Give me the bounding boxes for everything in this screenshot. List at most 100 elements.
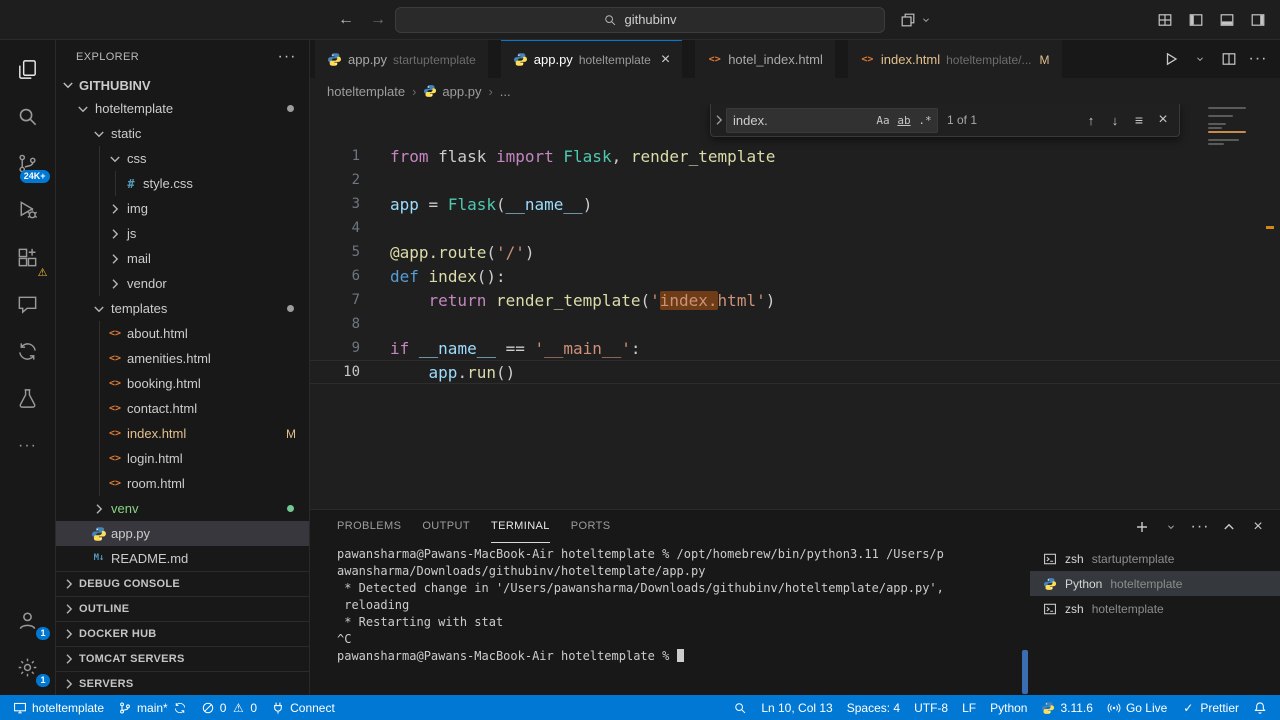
code-line[interactable]: 1 from flask import Flask, render_templat… [310,144,1280,168]
tree-item-templates[interactable]: templates [56,296,309,321]
section-debug-console[interactable]: DEBUG CONSOLE [56,571,309,596]
activity-source-control[interactable]: 24K+ [5,140,51,187]
tree-item-about.html[interactable]: <> about.html [56,321,309,346]
tree-item-app.py[interactable]: app.py [56,521,309,546]
status-search-status[interactable] [726,695,754,720]
editor[interactable]: 1 from flask import Flask, render_templat… [310,104,1280,509]
code-line[interactable]: 3 app = Flask(__name__) [310,192,1280,216]
close-panel-icon[interactable]: × [1250,518,1266,535]
back-icon[interactable]: ← [338,11,354,28]
status-prettier[interactable]: ✓ Prettier [1174,695,1246,720]
tree-item-README.md[interactable]: M↓ README.md [56,546,309,571]
activity-settings[interactable]: 1 [5,644,51,691]
code-line[interactable]: 6 def index(): [310,264,1280,288]
panel-tab-output[interactable]: OUTPUT [422,510,470,543]
code-line[interactable]: 8 [310,312,1280,336]
status-notifications[interactable] [1246,695,1274,720]
code-line[interactable]: 5 @app.route('/') [310,240,1280,264]
terminal-dropdown-icon[interactable] [1163,519,1179,535]
explorer-actions-icon[interactable]: ··· [278,49,296,65]
tree-item-venv[interactable]: venv [56,496,309,521]
close-find-button[interactable]: × [1151,108,1175,132]
activity-run-debug[interactable] [5,187,51,234]
code-area[interactable]: 1 from flask import Flask, render_templat… [310,104,1280,509]
activity-extensions[interactable]: ⚠ [5,234,51,281]
find-input[interactable] [733,112,872,128]
split-editor-icon[interactable] [1221,51,1237,67]
tree-item-amenities.html[interactable]: <> amenities.html [56,346,309,371]
tab-index.html-hoteltemplate/...[interactable]: <> index.html hoteltemplate/... M [847,40,1062,78]
toggle-secondary-sidebar-icon[interactable] [1250,12,1266,28]
terminal-instance-Python-hoteltemplate[interactable]: Python hoteltemplate [1030,571,1280,596]
command-center-search[interactable]: githubinv [395,6,885,33]
code-line[interactable]: 10 app.run() [310,360,1280,384]
tab-hotel_index.html[interactable]: <> hotel_index.html [695,40,835,78]
terminal-scrollbar[interactable] [1020,543,1030,695]
forward-icon[interactable]: → [370,11,386,28]
status-branch[interactable]: main* [111,695,194,720]
more-actions-icon[interactable]: ··· [1249,51,1267,67]
panel-tab-problems[interactable]: PROBLEMS [337,510,401,543]
panel-tab-terminal[interactable]: TERMINAL [490,510,550,543]
tree-item-vendor[interactable]: vendor [56,271,309,296]
tree-item-style.css[interactable]: # style.css [56,171,309,196]
customize-layout-icon[interactable] [1157,12,1173,28]
tree-item-css[interactable]: css [56,146,309,171]
tree-item-hoteltemplate[interactable]: hoteltemplate [56,96,309,121]
find-in-selection-button[interactable]: ≡ [1127,108,1151,132]
status-eol[interactable]: LF [955,695,983,720]
activity-testing[interactable] [5,375,51,422]
terminal-output[interactable]: pawansharma@Pawans-MacBook-Air hoteltemp… [310,543,1020,695]
status-go-live[interactable]: Go Live [1100,695,1174,720]
whole-word-toggle[interactable]: ab [894,110,914,130]
workspace-root[interactable]: GITHUBINV [56,74,309,96]
tab-app.py-hoteltemplate[interactable]: app.py hoteltemplate × [500,40,683,78]
breadcrumb-item-...[interactable]: ... [500,84,511,99]
previous-match-button[interactable]: ↑ [1079,108,1103,132]
status-connect[interactable]: Connect [264,695,342,720]
status-problems[interactable]: 0 ⚠ 0 [194,695,264,720]
panel-tab-ports[interactable]: PORTS [571,510,611,543]
activity-accounts[interactable]: 1 [5,597,51,644]
activity-search[interactable] [5,93,51,140]
breadcrumb-item-app.py[interactable]: app.py [423,84,481,99]
terminal-instance-zsh-startuptemplate[interactable]: zsh startuptemplate [1030,546,1280,571]
status-encoding[interactable]: UTF-8 [907,695,955,720]
tree-item-static[interactable]: static [56,121,309,146]
open-windows-control[interactable] [900,12,934,28]
section-tomcat-servers[interactable]: TOMCAT SERVERS [56,646,309,671]
tree-item-js[interactable]: js [56,221,309,246]
tree-item-room.html[interactable]: <> room.html [56,471,309,496]
toggle-replace-button[interactable] [711,104,726,136]
status-remote[interactable]: hoteltemplate [6,695,111,720]
status-interpreter[interactable]: 3.11.6 [1034,695,1099,720]
terminal-instance-zsh-hoteltemplate[interactable]: zsh hoteltemplate [1030,596,1280,621]
tab-app.py-startuptemplate[interactable]: app.py startuptemplate [315,40,488,78]
status-language[interactable]: Python [983,695,1034,720]
minimap[interactable] [1204,106,1250,146]
breadcrumb-item-hoteltemplate[interactable]: hoteltemplate [327,84,405,99]
run-python-file-icon[interactable] [1163,51,1179,67]
section-servers[interactable]: SERVERS [56,671,309,695]
activity-explorer[interactable] [5,46,51,93]
code-line[interactable]: 2 [310,168,1280,192]
tree-item-mail[interactable]: mail [56,246,309,271]
status-indentation[interactable]: Spaces: 4 [840,695,907,720]
section-outline[interactable]: OUTLINE [56,596,309,621]
tree-item-img[interactable]: img [56,196,309,221]
toggle-panel-icon[interactable] [1219,12,1235,28]
tree-item-index.html[interactable]: <> index.html M [56,421,309,446]
regex-toggle[interactable]: .* [915,110,935,130]
tree-item-login.html[interactable]: <> login.html [56,446,309,471]
close-icon[interactable]: × [661,51,670,68]
activity-remote[interactable] [5,328,51,375]
section-docker-hub[interactable]: DOCKER HUB [56,621,309,646]
code-line[interactable]: 4 [310,216,1280,240]
tree-item-contact.html[interactable]: <> contact.html [56,396,309,421]
toggle-sidebar-icon[interactable] [1188,12,1204,28]
panel-more-icon[interactable]: ··· [1191,518,1209,535]
status-cursor-position[interactable]: Ln 10, Col 13 [754,695,839,720]
new-terminal-icon[interactable] [1134,519,1150,535]
maximize-panel-icon[interactable] [1221,519,1237,535]
scrollbar-thumb[interactable] [1022,650,1028,694]
